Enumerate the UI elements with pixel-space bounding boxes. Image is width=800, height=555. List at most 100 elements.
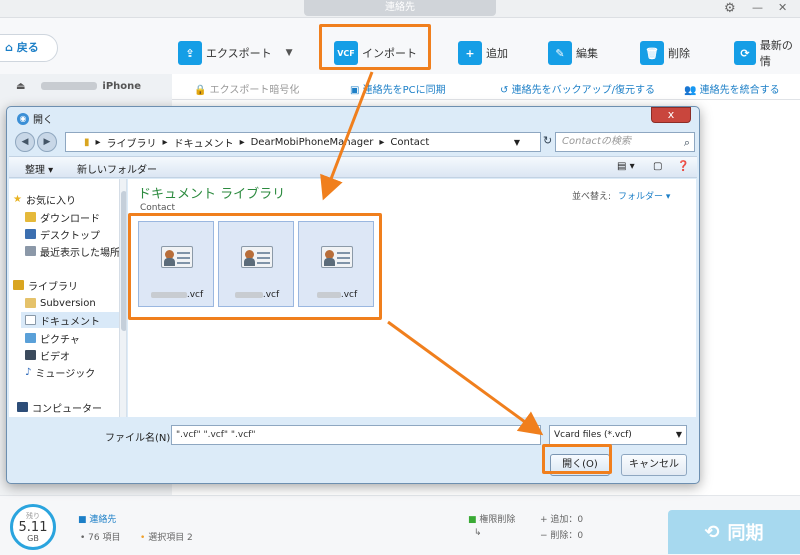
sub-toolbar: ⏏ iPhone 🔒 エクスポート暗号化 ▣ 連絡先をPCに同期 ↺ 連絡先をバ… xyxy=(0,74,800,100)
preview-pane-icon[interactable]: ▢ xyxy=(653,161,662,172)
breadcrumb-dearmobi[interactable]: DearMobiPhoneManager xyxy=(251,137,374,148)
breadcrumb-contact[interactable]: Contact xyxy=(390,137,429,148)
open-file-dialog: ◉ 開く x ◀ ▶ ▮ ▸ ライブラリ ▸ ドキュメント ▸ DearMobi… xyxy=(6,106,700,484)
delete-label: 削除 xyxy=(668,47,690,60)
open-button[interactable]: 開く(O) xyxy=(550,454,610,476)
nav-pictures[interactable]: ピクチャ xyxy=(25,330,126,346)
storage-indicator: 残り 5.11 GB xyxy=(10,504,56,550)
file-type-value: Vcard files (*.vcf) xyxy=(554,430,632,440)
dialog-close-button[interactable]: x xyxy=(651,107,691,123)
computer-icon xyxy=(17,402,28,412)
export-encrypt-label: エクスポート暗号化 xyxy=(209,85,300,96)
dialog-footer: ファイル名(N): ".vcf" ".vcf" ".vcf" Vcard fil… xyxy=(9,418,697,482)
address-bar[interactable]: ▮ ▸ ライブラリ ▸ ドキュメント ▸ DearMobiPhoneManage… xyxy=(65,132,541,152)
device-name: iPhone xyxy=(102,81,142,92)
gear-icon[interactable]: ⚙ xyxy=(724,1,736,16)
sync-to-pc-label: 連絡先をPCに同期 xyxy=(362,85,446,96)
dialog-titlebar: ◉ 開く xyxy=(17,111,53,126)
nav-scroll-thumb[interactable] xyxy=(121,191,126,331)
permission-delete-label: ■ 権限削除 xyxy=(468,515,516,525)
add-label: 追加 xyxy=(486,47,508,60)
nav-videos[interactable]: ビデオ xyxy=(25,347,126,363)
vcard-file-icon xyxy=(321,246,353,268)
selected-count: • 選択項目 2 xyxy=(140,533,193,543)
breadcrumb-documents[interactable]: ドキュメント xyxy=(174,135,234,150)
nav-forward-button[interactable]: ▶ xyxy=(37,132,57,152)
document-icon xyxy=(25,315,36,325)
edit-icon: ✎ xyxy=(548,41,572,65)
nav-downloads[interactable]: ダウンロード xyxy=(25,209,126,225)
chevron-down-icon[interactable]: ▼ xyxy=(286,48,293,58)
search-icon[interactable]: ⌕ xyxy=(684,134,690,152)
videos-icon xyxy=(25,350,36,360)
item-count: • 76 項目 xyxy=(80,533,121,543)
export-button[interactable]: ⇪ エクスポート ▼ xyxy=(178,38,293,68)
star-icon: ★ xyxy=(13,193,22,205)
sync-button[interactable]: ⟲ 同期 xyxy=(668,510,800,554)
close-window-icon[interactable]: ✕ xyxy=(778,1,787,14)
backup-restore-button[interactable]: ↺ 連絡先をバックアップ/復元する xyxy=(500,81,655,96)
file-type-select[interactable]: Vcard files (*.vcf) ▼ xyxy=(549,425,687,445)
app-titlebar: 連絡先 ⚙ — ✕ xyxy=(0,0,800,18)
search-placeholder: Contactの検索 xyxy=(562,136,631,147)
nav-desktop[interactable]: デスクトップ xyxy=(25,226,126,242)
merge-label: 連絡先を統合する xyxy=(699,85,780,96)
device-selector[interactable]: ⏏ iPhone xyxy=(0,74,172,100)
cancel-button[interactable]: キャンセル xyxy=(621,454,687,476)
nav-libraries[interactable]: ライブラリ xyxy=(13,277,123,293)
filename-input[interactable]: ".vcf" ".vcf" ".vcf" xyxy=(171,425,541,445)
refresh-button[interactable]: ⟳ 最新の情 xyxy=(734,38,800,68)
vcf-import-icon: VCF xyxy=(334,41,358,65)
sync-to-pc-button[interactable]: ▣ 連絡先をPCに同期 xyxy=(350,81,446,96)
edit-label: 編集 xyxy=(576,47,598,60)
search-input[interactable]: Contactの検索 ⌕ xyxy=(555,132,695,152)
breadcrumb-libraries[interactable]: ライブラリ xyxy=(107,135,157,150)
history-icon: ↺ xyxy=(500,85,509,96)
chevron-down-icon: ▼ xyxy=(675,430,682,439)
dialog-title: 開く xyxy=(33,115,53,126)
back-label: 戻る xyxy=(16,41,39,54)
address-row: ◀ ▶ ▮ ▸ ライブラリ ▸ ドキュメント ▸ DearMobiPhoneMa… xyxy=(13,130,695,154)
eject-icon: ⏏ xyxy=(16,81,26,92)
file-tile[interactable]: .vcf xyxy=(298,221,374,307)
import-button[interactable]: VCF インポート xyxy=(334,38,417,68)
file-tile[interactable]: .vcf xyxy=(138,221,214,307)
back-button[interactable]: ⌂ 戻る xyxy=(0,34,58,62)
nav-back-button[interactable]: ◀ xyxy=(15,132,35,152)
toolbar: ⌂ 戻る ⇪ エクスポート ▼ VCF インポート + 追加 ✎ 編集 🗑 削除… xyxy=(0,18,800,74)
downloads-folder-icon xyxy=(25,212,36,222)
add-count: + 追加：0 xyxy=(540,515,584,525)
address-dropdown-icon[interactable]: ▼ xyxy=(514,138,520,147)
merge-contacts-button[interactable]: 👥 連絡先を統合する xyxy=(684,81,780,96)
sort-dropdown[interactable]: フォルダー ▾ xyxy=(618,189,670,202)
nav-music[interactable]: ♪ ミュージック xyxy=(25,364,126,380)
nav-scrollbar[interactable] xyxy=(119,179,126,417)
libraries-icon xyxy=(13,280,24,290)
help-icon[interactable]: ❓ xyxy=(677,161,689,172)
delete-count: − 削除：0 xyxy=(540,531,584,541)
export-encrypt-toggle[interactable]: 🔒 エクスポート暗号化 xyxy=(194,81,299,96)
delete-button[interactable]: 🗑 削除 xyxy=(640,38,690,68)
nav-recent[interactable]: 最近表示した場所 xyxy=(25,243,126,259)
new-folder-button[interactable]: 新しいフォルダー xyxy=(77,161,157,176)
filename-label: ファイル名(N): xyxy=(105,433,174,444)
file-name: .vcf xyxy=(299,290,375,300)
organize-button[interactable]: 整理 ▾ xyxy=(25,161,53,176)
minimize-icon[interactable]: — xyxy=(752,1,763,14)
library-title: ドキュメント ライブラリ xyxy=(138,187,286,202)
view-options-icon[interactable]: ▤ ▾ xyxy=(617,161,635,172)
add-button[interactable]: + 追加 xyxy=(458,38,508,68)
folder-icon: ▮ xyxy=(84,136,90,148)
backup-restore-label: 連絡先をバックアップ/復元する xyxy=(511,85,655,96)
nav-computer[interactable]: コンピューター xyxy=(17,399,126,415)
return-arrow-icon: ↳ xyxy=(474,528,482,538)
home-icon: ⌂ xyxy=(5,41,13,54)
file-tile[interactable]: .vcf xyxy=(218,221,294,307)
refresh-address-icon[interactable]: ↻ xyxy=(543,134,552,147)
desktop-icon xyxy=(25,229,36,239)
nav-subversion[interactable]: Subversion xyxy=(25,295,126,311)
library-subtitle: Contact xyxy=(140,203,176,213)
edit-button[interactable]: ✎ 編集 xyxy=(548,38,598,68)
nav-documents[interactable]: ドキュメント xyxy=(21,312,119,328)
nav-favorites[interactable]: ★ お気に入り xyxy=(13,191,123,207)
